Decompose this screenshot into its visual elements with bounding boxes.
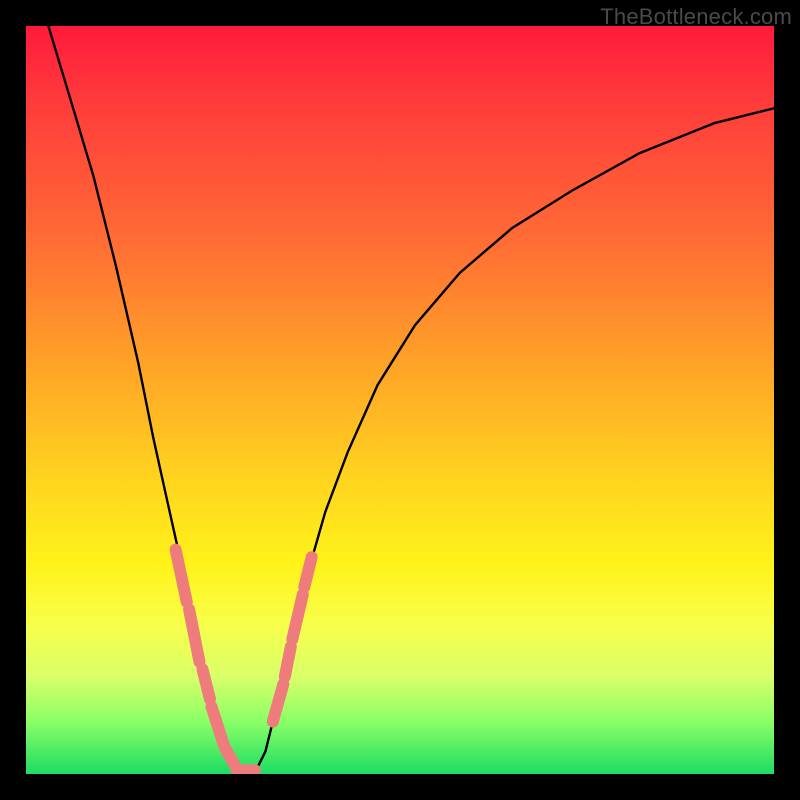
- highlight-segment: [203, 669, 211, 699]
- bottleneck-curve: [48, 26, 774, 774]
- chart-svg: [26, 26, 774, 774]
- highlight-segment: [304, 557, 311, 587]
- watermark-text: TheBottleneck.com: [600, 4, 792, 30]
- curve-path: [48, 26, 774, 774]
- highlight-segment: [225, 748, 235, 767]
- highlight-segment: [176, 550, 187, 602]
- highlight-segment: [189, 609, 199, 661]
- highlight-segment: [273, 684, 284, 721]
- chart-frame: TheBottleneck.com: [0, 0, 800, 800]
- highlight-markers: [176, 550, 312, 771]
- highlight-segment: [292, 595, 303, 640]
- highlight-segment: [285, 647, 291, 677]
- highlight-segment: [212, 707, 224, 744]
- plot-area: [26, 26, 774, 774]
